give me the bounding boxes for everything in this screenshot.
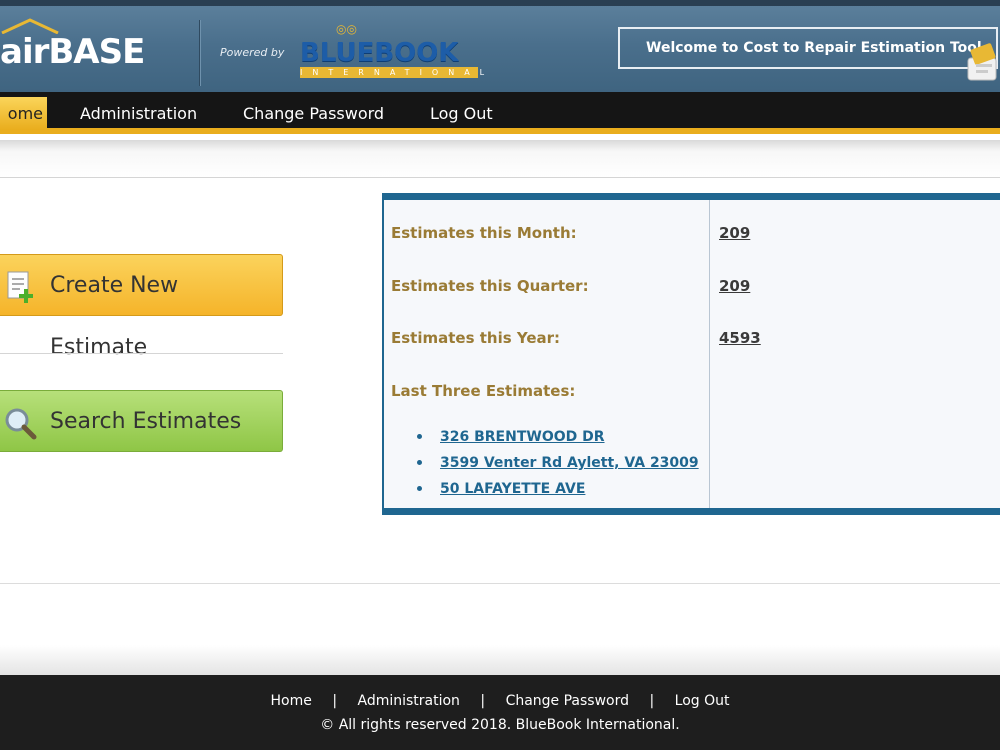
create-estimate-label: Create New Estimate [50,273,179,360]
bluebook-logo: ◎◎ BLUEBOOK INTERNATIONAL [300,20,495,80]
nav-change-password[interactable]: Change Password [243,97,384,130]
content-bottom-divider [0,583,1000,584]
estimate-stats-panel: Estimates this Month: 209 Estimates this… [382,193,1000,515]
footer-separator: | [649,693,655,709]
recent-estimate-link[interactable]: 326 BRENTWOOD DR [440,429,605,445]
search-estimates-button[interactable]: Search Estimates [0,390,283,452]
year-label: Estimates this Year: [391,329,561,347]
quarter-value-link[interactable]: 209 [719,277,750,295]
recent-estimates-label: Last Three Estimates: [391,382,576,400]
footer-fade [0,645,1000,675]
new-document-icon [7,271,33,303]
list-item: 3599 Venter Rd Aylett, VA 23009 [414,449,699,475]
quarter-label: Estimates this Quarter: [391,277,589,295]
actions-divider [0,353,283,354]
bluebook-emblem-icon: ◎◎ [336,22,357,36]
copyright-text: © All rights reserved 2018. BlueBook Int… [320,717,680,733]
footer-administration-link[interactable]: Administration [357,693,459,709]
recent-estimate-link[interactable]: 3599 Venter Rd Aylett, VA 23009 [440,455,699,471]
footer-links: Home | Administration | Change Password … [0,693,1000,709]
app-logo[interactable]: airBASE [0,18,145,72]
welcome-banner: Welcome to Cost to Repair Estimation Too… [618,27,998,69]
footer-change-password-link[interactable]: Change Password [506,693,629,709]
magnifier-icon [5,408,37,440]
list-item: 326 BRENTWOOD DR [414,423,699,449]
nav-administration[interactable]: Administration [80,97,197,130]
year-value-link[interactable]: 4593 [719,329,761,347]
nav-shadow-strip [0,140,1000,178]
stats-column-divider [709,200,710,508]
main-nav: ome Administration Change Password Log O… [0,92,1000,134]
bluebook-brand-sub: INTERNATIONAL [300,67,495,78]
recent-estimates-list: 326 BRENTWOOD DR 3599 Venter Rd Aylett, … [414,423,699,501]
footer-separator: | [480,693,486,709]
page-footer: Home | Administration | Change Password … [0,675,1000,750]
footer-separator: | [332,693,338,709]
footer-home-link[interactable]: Home [271,693,312,709]
search-estimates-label: Search Estimates [50,409,242,434]
estimation-tool-icon [967,43,997,81]
nav-home[interactable]: ome [0,97,47,130]
month-label: Estimates this Month: [391,224,577,242]
header-divider [199,20,200,86]
logo-text: airBASE [0,32,145,72]
footer-log-out-link[interactable]: Log Out [675,693,730,709]
create-estimate-button[interactable]: Create New Estimate [0,254,283,360]
bluebook-brand-text: BLUEBOOK [300,38,459,68]
app-header: airBASE Powered by ◎◎ BLUEBOOK INTERNATI… [0,0,1000,92]
recent-estimate-link[interactable]: 50 LAFAYETTE AVE [440,481,585,497]
house-roof-icon [1,18,59,34]
nav-log-out[interactable]: Log Out [430,97,493,130]
month-value-link[interactable]: 209 [719,224,750,242]
list-item: 50 LAFAYETTE AVE [414,475,699,501]
powered-by-label: Powered by [220,46,285,59]
